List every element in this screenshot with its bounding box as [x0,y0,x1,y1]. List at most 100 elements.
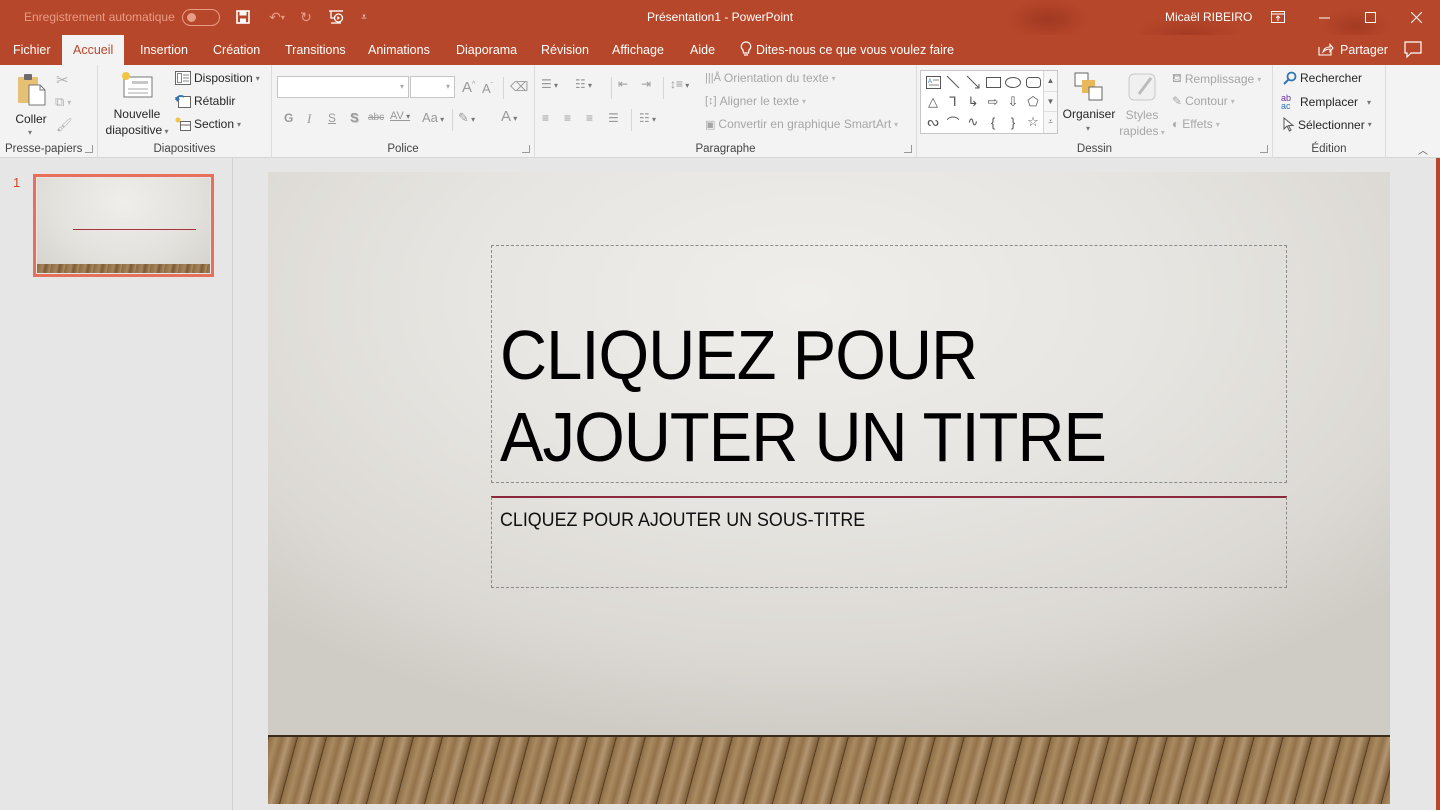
shape-effects-button[interactable]: ◐ Effets ▾ [1172,117,1220,131]
text-shadow-button[interactable]: S [350,110,359,125]
share-button[interactable]: Partager [1318,35,1388,65]
tab-diaporama[interactable]: Diaporama [445,35,528,65]
save-button[interactable] [234,8,252,26]
paragraph-dialog-launcher[interactable] [904,145,912,153]
text-direction-button[interactable]: |||Å Orientation du texte ▾ [705,71,836,85]
increase-font-size-button[interactable]: A^ [462,79,475,96]
tab-insertion[interactable]: Insertion [129,35,199,65]
close-button[interactable] [1393,0,1439,34]
shape-scribble[interactable]: ᔓ [923,112,943,132]
tab-accueil[interactable]: Accueil [62,35,125,65]
select-button[interactable]: Sélectionner ▾ [1283,117,1372,132]
shape-right-brace[interactable]: } [1003,112,1023,132]
shape-outline-button[interactable]: ✎ Contour ▾ [1172,94,1235,108]
replace-button[interactable]: ab ac Remplacer ▾ [1281,94,1371,111]
oval-icon [1005,76,1021,88]
align-right-button[interactable]: ≡ [586,111,593,125]
shape-curve[interactable]: ∿ [963,112,983,132]
bold-button[interactable]: G [284,111,293,125]
align-center-button[interactable]: ≡ [564,111,571,125]
arrange-button[interactable]: Organiser ▾ [1061,70,1117,140]
quick-styles-button[interactable]: Styles rapides ▾ [1117,70,1167,140]
font-size-combobox[interactable]: ▾ [410,76,455,98]
font-color-button[interactable]: A ▾ [501,108,517,125]
redo-button[interactable]: ↻ [298,8,314,26]
tell-me-search[interactable]: Dites-nous ce que vous voulez faire [740,35,954,65]
align-text-dropdown-icon: ▾ [802,96,807,106]
align-left-button[interactable]: ≡ [542,111,549,125]
format-painter-button[interactable]: 🖌 [56,117,73,133]
font-name-combobox[interactable]: ▾ [277,76,409,98]
find-button[interactable]: Rechercher [1283,71,1362,85]
shape-oval[interactable] [1003,72,1023,92]
tab-fichier[interactable]: Fichier [2,35,62,65]
shape-down-arrow[interactable]: ⇩ [1003,92,1023,112]
font-dialog-launcher[interactable] [522,145,530,153]
justify-button[interactable]: ☰ [608,111,619,125]
align-text-button[interactable]: [↕] Aligner le texte ▾ [705,94,806,108]
shape-text-box[interactable]: A [923,72,943,92]
section-button[interactable]: Section ▾ [175,117,241,131]
underline-button[interactable]: S [328,111,336,125]
decrease-indent-button[interactable]: ⇤ [618,77,628,91]
new-slide-button[interactable]: Nouvelle diapositive ▾ [102,69,172,139]
tab-revision[interactable]: Révision [530,35,600,65]
present-from-start-button[interactable] [326,8,346,26]
character-spacing-button[interactable]: AV ▾ [390,110,410,122]
undo-button[interactable]: ↶ ▾ [264,8,290,26]
shape-rounded-rectangle[interactable] [1023,72,1043,92]
shape-left-brace[interactable]: { [983,112,1003,132]
tab-affichage[interactable]: Affichage [601,35,675,65]
shape-elbow-connector[interactable]: ⅂ [943,92,963,112]
slide-thumbnail[interactable] [33,174,214,277]
layout-button[interactable]: Disposition ▾ [175,71,260,85]
subtitle-placeholder[interactable]: CLIQUEZ POUR AJOUTER UN SOUS-TITRE [491,497,1287,588]
strikethrough-button[interactable]: abc [368,112,384,123]
gallery-scrollbar[interactable]: ▲ ▼ ⩡ [1043,71,1057,133]
clear-formatting-button[interactable]: ⌫ [510,79,528,95]
reset-button[interactable]: Rétablir [175,94,235,108]
title-placeholder[interactable]: CLIQUEZ POUR AJOUTER UN TITRE [491,245,1287,483]
tab-transitions[interactable]: Transitions [274,35,357,65]
maximize-button[interactable] [1347,0,1393,34]
change-case-button[interactable]: Aa ▾ [422,110,444,125]
columns-button[interactable]: ☷ ▾ [639,111,656,125]
decrease-font-size-button[interactable]: Aˇ [482,81,493,96]
shape-arrow[interactable] [963,72,983,92]
highlight-color-button[interactable]: ✎ ▾ [458,110,475,126]
convert-smartart-button[interactable]: ▣ Convertir en graphique SmartArt ▾ [705,117,898,131]
increase-indent-button[interactable]: ⇥ [641,77,651,91]
shape-elbow-arrow[interactable]: ↳ [963,92,983,112]
shape-triangle[interactable]: △ [923,92,943,112]
shape-fill-button[interactable]: ⛾ Remplissage ▾ [1172,71,1261,87]
drawing-dialog-launcher[interactable] [1260,145,1268,153]
shape-rectangle[interactable] [983,72,1003,92]
gallery-scroll-down-icon[interactable]: ▼ [1044,92,1057,113]
italic-button[interactable]: I [307,111,311,127]
tab-animations[interactable]: Animations [357,35,441,65]
collapse-ribbon-button[interactable]: ︿ [1418,142,1428,157]
shape-line[interactable] [943,72,963,92]
slide-canvas[interactable]: CLIQUEZ POUR AJOUTER UN TITRE CLIQUEZ PO… [268,172,1390,804]
comments-button[interactable] [1404,41,1426,59]
customize-quick-access-button[interactable]: ⩡ [358,8,370,26]
minimize-button[interactable] [1301,0,1347,34]
bullets-button[interactable]: ☰ ▾ [541,77,558,91]
user-name[interactable]: Micaël RIBEIRO [1165,10,1252,24]
cut-button[interactable]: ✂ [56,71,69,89]
paste-button[interactable]: Coller ▾ [8,70,54,138]
shape-right-arrow[interactable]: ⇨ [983,92,1003,112]
tab-aide[interactable]: Aide [679,35,726,65]
gallery-more-icon[interactable]: ⩡ [1044,112,1057,133]
shape-flowchart[interactable]: ⬠ [1023,92,1043,112]
copy-button[interactable]: ⧉ ▾ [55,94,71,110]
shape-star[interactable]: ☆ [1023,112,1043,132]
ribbon-display-options-button[interactable] [1255,0,1301,34]
numbering-button[interactable]: ☷ ▾ [575,77,592,91]
shape-arc[interactable]: ⌒ [943,112,963,132]
clipboard-dialog-launcher[interactable] [85,145,93,153]
autosave-toggle[interactable] [182,9,220,26]
tab-creation[interactable]: Création [202,35,271,65]
gallery-scroll-up-icon[interactable]: ▲ [1044,71,1057,92]
line-spacing-button[interactable]: ↕≡ ▾ [670,77,689,91]
